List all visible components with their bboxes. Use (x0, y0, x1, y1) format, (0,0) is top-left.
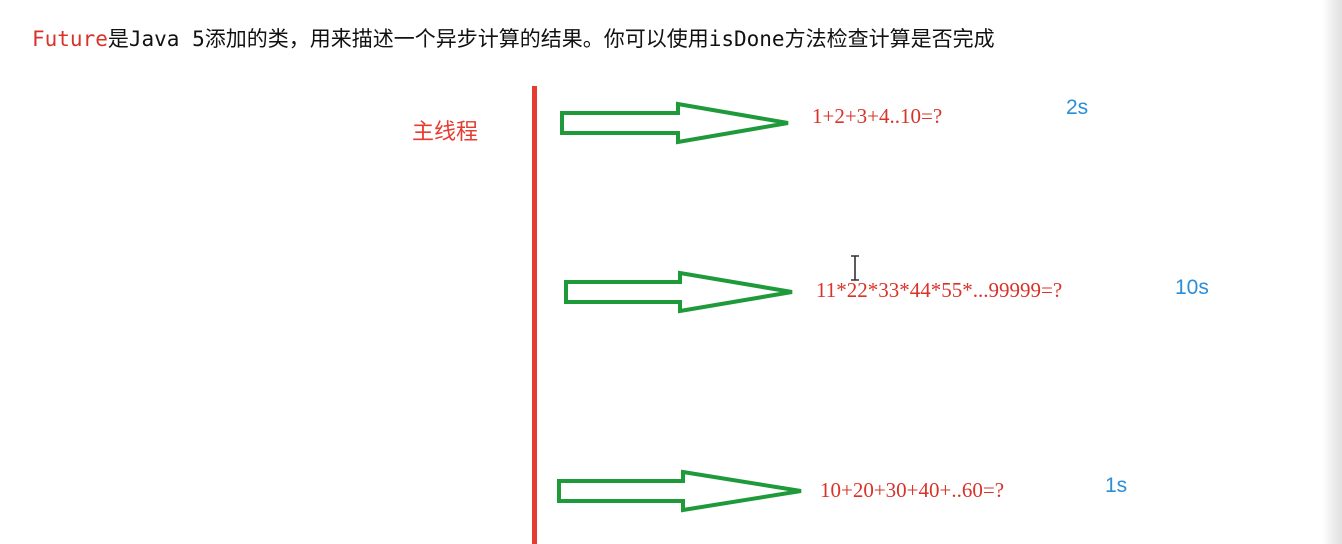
task-3-expression: 10+20+30+40+..60=? (820, 478, 1005, 502)
main-thread-line (532, 86, 537, 544)
description-heading: Future是Java 5添加的类，用来描述一个异步计算的结果。你可以使用isD… (32, 22, 995, 56)
future-keyword: Future (32, 27, 108, 51)
text-cursor-icon (851, 255, 859, 281)
right-edge-shadow (1322, 0, 1342, 544)
task-2-duration: 10s (1175, 276, 1209, 299)
diagram-canvas: Future是Java 5添加的类，用来描述一个异步计算的结果。你可以使用isD… (0, 0, 1342, 544)
task-1-expression: 1+2+3+4..10=? (812, 104, 943, 128)
description-text: 是Java 5添加的类，用来描述一个异步计算的结果。你可以使用isDone方法检… (107, 27, 995, 51)
task-1-arrow (560, 101, 789, 145)
main-thread-label: 主线程 (412, 120, 479, 145)
task-3-duration: 1s (1105, 474, 1128, 497)
task-1-duration: 2s (1066, 96, 1089, 119)
task-2-arrow (564, 270, 793, 314)
task-3-arrow (557, 469, 802, 513)
